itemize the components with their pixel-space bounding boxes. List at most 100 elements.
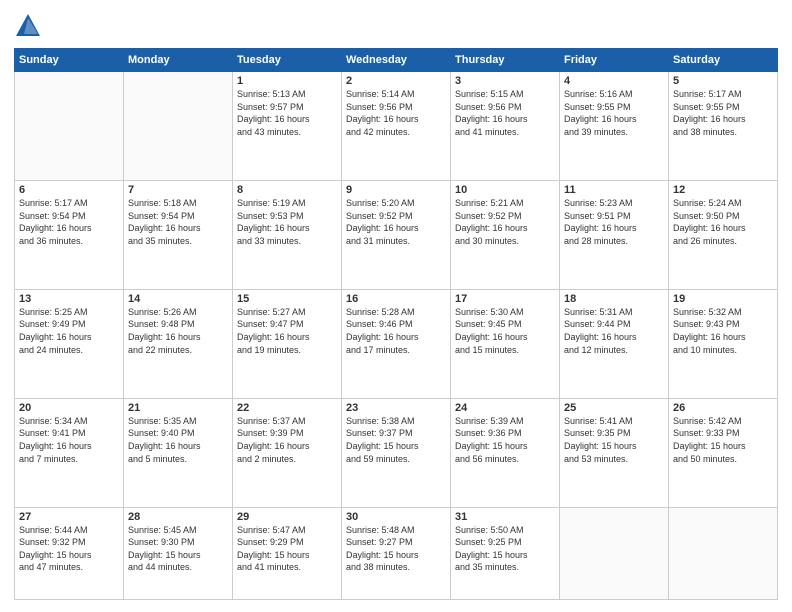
day-header-wednesday: Wednesday <box>342 49 451 72</box>
day-info: Sunrise: 5:25 AM Sunset: 9:49 PM Dayligh… <box>19 306 119 356</box>
day-info: Sunrise: 5:17 AM Sunset: 9:55 PM Dayligh… <box>673 88 773 138</box>
day-info: Sunrise: 5:44 AM Sunset: 9:32 PM Dayligh… <box>19 524 119 574</box>
day-number: 10 <box>455 184 555 196</box>
day-info: Sunrise: 5:23 AM Sunset: 9:51 PM Dayligh… <box>564 197 664 247</box>
day-number: 23 <box>346 402 446 414</box>
logo-icon <box>14 12 42 40</box>
calendar-cell: 20Sunrise: 5:34 AM Sunset: 9:41 PM Dayli… <box>15 398 124 507</box>
day-info: Sunrise: 5:45 AM Sunset: 9:30 PM Dayligh… <box>128 524 228 574</box>
day-info: Sunrise: 5:30 AM Sunset: 9:45 PM Dayligh… <box>455 306 555 356</box>
day-number: 12 <box>673 184 773 196</box>
day-info: Sunrise: 5:32 AM Sunset: 9:43 PM Dayligh… <box>673 306 773 356</box>
calendar-cell <box>669 507 778 599</box>
week-row-1: 1Sunrise: 5:13 AM Sunset: 9:57 PM Daylig… <box>15 72 778 181</box>
calendar-cell: 30Sunrise: 5:48 AM Sunset: 9:27 PM Dayli… <box>342 507 451 599</box>
day-number: 8 <box>237 184 337 196</box>
day-number: 27 <box>19 511 119 523</box>
day-number: 15 <box>237 293 337 305</box>
calendar-cell: 23Sunrise: 5:38 AM Sunset: 9:37 PM Dayli… <box>342 398 451 507</box>
calendar-cell: 17Sunrise: 5:30 AM Sunset: 9:45 PM Dayli… <box>451 289 560 398</box>
day-number: 11 <box>564 184 664 196</box>
day-info: Sunrise: 5:42 AM Sunset: 9:33 PM Dayligh… <box>673 415 773 465</box>
calendar-cell: 26Sunrise: 5:42 AM Sunset: 9:33 PM Dayli… <box>669 398 778 507</box>
day-number: 6 <box>19 184 119 196</box>
calendar-cell: 31Sunrise: 5:50 AM Sunset: 9:25 PM Dayli… <box>451 507 560 599</box>
day-info: Sunrise: 5:27 AM Sunset: 9:47 PM Dayligh… <box>237 306 337 356</box>
week-row-2: 6Sunrise: 5:17 AM Sunset: 9:54 PM Daylig… <box>15 180 778 289</box>
day-info: Sunrise: 5:16 AM Sunset: 9:55 PM Dayligh… <box>564 88 664 138</box>
calendar-cell: 18Sunrise: 5:31 AM Sunset: 9:44 PM Dayli… <box>560 289 669 398</box>
day-header-monday: Monday <box>124 49 233 72</box>
calendar-cell: 10Sunrise: 5:21 AM Sunset: 9:52 PM Dayli… <box>451 180 560 289</box>
day-number: 31 <box>455 511 555 523</box>
day-number: 18 <box>564 293 664 305</box>
calendar-cell: 7Sunrise: 5:18 AM Sunset: 9:54 PM Daylig… <box>124 180 233 289</box>
calendar-cell: 5Sunrise: 5:17 AM Sunset: 9:55 PM Daylig… <box>669 72 778 181</box>
day-header-friday: Friday <box>560 49 669 72</box>
day-info: Sunrise: 5:31 AM Sunset: 9:44 PM Dayligh… <box>564 306 664 356</box>
day-number: 26 <box>673 402 773 414</box>
day-info: Sunrise: 5:47 AM Sunset: 9:29 PM Dayligh… <box>237 524 337 574</box>
calendar-cell: 14Sunrise: 5:26 AM Sunset: 9:48 PM Dayli… <box>124 289 233 398</box>
day-header-tuesday: Tuesday <box>233 49 342 72</box>
calendar-cell: 6Sunrise: 5:17 AM Sunset: 9:54 PM Daylig… <box>15 180 124 289</box>
day-info: Sunrise: 5:39 AM Sunset: 9:36 PM Dayligh… <box>455 415 555 465</box>
calendar-cell: 27Sunrise: 5:44 AM Sunset: 9:32 PM Dayli… <box>15 507 124 599</box>
calendar-cell: 25Sunrise: 5:41 AM Sunset: 9:35 PM Dayli… <box>560 398 669 507</box>
day-number: 1 <box>237 75 337 87</box>
day-number: 28 <box>128 511 228 523</box>
calendar-cell: 29Sunrise: 5:47 AM Sunset: 9:29 PM Dayli… <box>233 507 342 599</box>
header <box>14 12 778 40</box>
calendar-cell: 12Sunrise: 5:24 AM Sunset: 9:50 PM Dayli… <box>669 180 778 289</box>
calendar-header-row: SundayMondayTuesdayWednesdayThursdayFrid… <box>15 49 778 72</box>
week-row-3: 13Sunrise: 5:25 AM Sunset: 9:49 PM Dayli… <box>15 289 778 398</box>
calendar: SundayMondayTuesdayWednesdayThursdayFrid… <box>14 48 778 600</box>
day-number: 25 <box>564 402 664 414</box>
day-info: Sunrise: 5:38 AM Sunset: 9:37 PM Dayligh… <box>346 415 446 465</box>
calendar-cell: 3Sunrise: 5:15 AM Sunset: 9:56 PM Daylig… <box>451 72 560 181</box>
day-header-saturday: Saturday <box>669 49 778 72</box>
calendar-cell: 2Sunrise: 5:14 AM Sunset: 9:56 PM Daylig… <box>342 72 451 181</box>
calendar-cell: 9Sunrise: 5:20 AM Sunset: 9:52 PM Daylig… <box>342 180 451 289</box>
day-number: 2 <box>346 75 446 87</box>
day-info: Sunrise: 5:28 AM Sunset: 9:46 PM Dayligh… <box>346 306 446 356</box>
day-info: Sunrise: 5:14 AM Sunset: 9:56 PM Dayligh… <box>346 88 446 138</box>
calendar-cell: 22Sunrise: 5:37 AM Sunset: 9:39 PM Dayli… <box>233 398 342 507</box>
day-number: 3 <box>455 75 555 87</box>
day-info: Sunrise: 5:18 AM Sunset: 9:54 PM Dayligh… <box>128 197 228 247</box>
day-number: 5 <box>673 75 773 87</box>
day-number: 29 <box>237 511 337 523</box>
calendar-cell: 11Sunrise: 5:23 AM Sunset: 9:51 PM Dayli… <box>560 180 669 289</box>
calendar-cell: 24Sunrise: 5:39 AM Sunset: 9:36 PM Dayli… <box>451 398 560 507</box>
calendar-cell: 21Sunrise: 5:35 AM Sunset: 9:40 PM Dayli… <box>124 398 233 507</box>
day-info: Sunrise: 5:15 AM Sunset: 9:56 PM Dayligh… <box>455 88 555 138</box>
day-header-thursday: Thursday <box>451 49 560 72</box>
day-number: 7 <box>128 184 228 196</box>
calendar-cell <box>124 72 233 181</box>
day-number: 20 <box>19 402 119 414</box>
day-number: 16 <box>346 293 446 305</box>
day-number: 9 <box>346 184 446 196</box>
day-info: Sunrise: 5:20 AM Sunset: 9:52 PM Dayligh… <box>346 197 446 247</box>
calendar-cell: 13Sunrise: 5:25 AM Sunset: 9:49 PM Dayli… <box>15 289 124 398</box>
day-number: 14 <box>128 293 228 305</box>
week-row-5: 27Sunrise: 5:44 AM Sunset: 9:32 PM Dayli… <box>15 507 778 599</box>
day-info: Sunrise: 5:24 AM Sunset: 9:50 PM Dayligh… <box>673 197 773 247</box>
calendar-cell: 1Sunrise: 5:13 AM Sunset: 9:57 PM Daylig… <box>233 72 342 181</box>
day-number: 17 <box>455 293 555 305</box>
day-info: Sunrise: 5:19 AM Sunset: 9:53 PM Dayligh… <box>237 197 337 247</box>
day-info: Sunrise: 5:50 AM Sunset: 9:25 PM Dayligh… <box>455 524 555 574</box>
day-info: Sunrise: 5:13 AM Sunset: 9:57 PM Dayligh… <box>237 88 337 138</box>
calendar-cell <box>15 72 124 181</box>
day-info: Sunrise: 5:37 AM Sunset: 9:39 PM Dayligh… <box>237 415 337 465</box>
day-number: 22 <box>237 402 337 414</box>
day-info: Sunrise: 5:26 AM Sunset: 9:48 PM Dayligh… <box>128 306 228 356</box>
week-row-4: 20Sunrise: 5:34 AM Sunset: 9:41 PM Dayli… <box>15 398 778 507</box>
day-info: Sunrise: 5:17 AM Sunset: 9:54 PM Dayligh… <box>19 197 119 247</box>
day-number: 19 <box>673 293 773 305</box>
calendar-cell: 28Sunrise: 5:45 AM Sunset: 9:30 PM Dayli… <box>124 507 233 599</box>
logo <box>14 12 46 40</box>
day-info: Sunrise: 5:41 AM Sunset: 9:35 PM Dayligh… <box>564 415 664 465</box>
day-info: Sunrise: 5:34 AM Sunset: 9:41 PM Dayligh… <box>19 415 119 465</box>
day-header-sunday: Sunday <box>15 49 124 72</box>
